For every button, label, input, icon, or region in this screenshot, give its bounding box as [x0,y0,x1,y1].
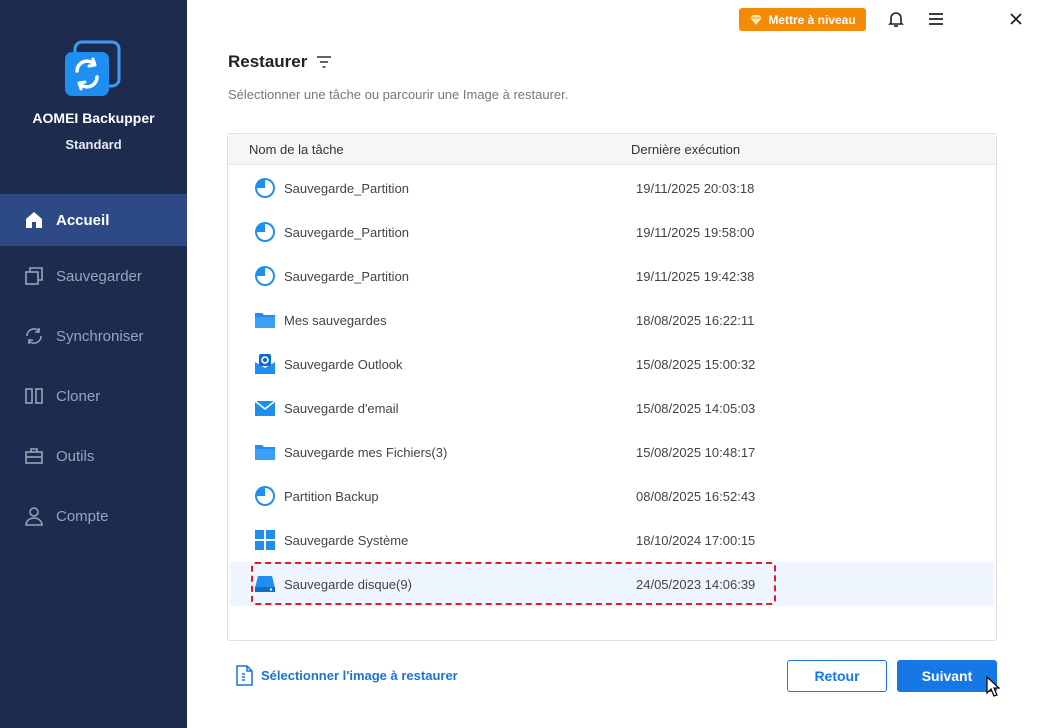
close-icon[interactable] [1006,9,1026,29]
row-date: 24/05/2023 14:06:39 [636,577,756,592]
table-row[interactable]: Sauvegarde mes Fichiers(3) 15/08/2025 10… [230,430,994,474]
partition-icon [255,222,275,242]
home-icon [24,210,44,230]
sidebar-item-label: Accueil [56,211,110,229]
table-row[interactable]: Mes sauvegardes 18/08/2025 16:22:11 [230,298,994,342]
partition-icon [255,266,275,286]
aomei-sync-logo-icon [65,40,121,96]
sidebar-item-cloner[interactable]: Cloner [0,366,187,426]
mouse-cursor-icon [986,676,1000,697]
row-name: Sauvegarde d'email [284,401,399,416]
folder-icon [255,313,275,328]
row-name: Sauvegarde Système [284,533,409,548]
email-icon [254,400,276,416]
row-date: 15/08/2025 14:05:03 [636,401,756,416]
row-name: Sauvegarde_Partition [284,269,410,284]
sidebar-item-outils[interactable]: Outils [0,426,187,486]
row-date: 18/08/2025 16:22:11 [636,313,755,328]
row-date: 15/08/2025 15:00:32 [636,357,756,372]
row-date: 19/11/2025 20:03:18 [636,181,755,196]
table-row-selected[interactable]: Sauvegarde disque(9) 24/05/2023 14:06:39 [230,562,994,606]
table-header: Nom de la tâche Dernière exécution [228,134,996,165]
table-row[interactable]: Sauvegarde_Partition 19/11/2025 19:42:38 [230,254,994,298]
folder-icon [255,445,275,460]
toolbox-icon [24,446,44,466]
task-table: Nom de la tâche Dernière exécution Sauve… [227,133,997,641]
row-name: Sauvegarde disque(9) [284,577,412,592]
sidebar-item-label: Synchroniser [56,327,144,345]
sidebar: AOMEI Backupper Standard Accueil Sauvega… [0,0,187,728]
sidebar-item-synchroniser[interactable]: Synchroniser [0,306,187,366]
partition-icon [255,486,275,506]
outlook-icon [255,354,275,374]
select-image-link[interactable]: Sélectionner l'image à restaurer [235,665,458,686]
row-date: 15/08/2025 10:48:17 [636,445,756,460]
sidebar-item-label: Outils [56,447,95,465]
sync-icon [24,326,44,346]
row-date: 18/10/2024 17:00:15 [636,533,756,548]
back-button[interactable]: Retour [787,660,887,692]
sidebar-item-label: Compte [56,507,109,525]
filter-icon[interactable] [317,56,332,68]
row-name: Sauvegarde_Partition [284,225,410,240]
app-name: AOMEI Backupper [32,110,155,126]
table-row[interactable]: Sauvegarde_Partition 19/11/2025 19:58:00 [230,210,994,254]
select-image-label: Sélectionner l'image à restaurer [261,668,458,683]
backup-icon [24,266,44,286]
row-date: 19/11/2025 19:58:00 [636,225,755,240]
sidebar-item-label: Sauvegarder [56,267,142,285]
table-row[interactable]: Sauvegarde Système 18/10/2024 17:00:15 [230,518,994,562]
partition-icon [255,178,275,198]
next-button[interactable]: Suivant [897,660,997,692]
disk-icon [255,576,275,592]
windows-icon [255,530,275,550]
upgrade-label: Mettre à niveau [768,12,856,27]
sidebar-nav: Accueil Sauvegarder Synchroniser Cloner … [0,194,187,546]
column-header-name[interactable]: Nom de la tâche [249,142,344,157]
row-name: Partition Backup [284,489,379,504]
diamond-icon [750,14,763,25]
upgrade-button[interactable]: Mettre à niveau [739,8,866,31]
sidebar-item-accueil[interactable]: Accueil [0,194,187,246]
table-row[interactable]: Sauvegarde d'email 15/08/2025 14:05:03 [230,386,994,430]
table-row[interactable]: Partition Backup 08/08/2025 16:52:43 [230,474,994,518]
menu-icon[interactable] [926,9,946,29]
row-date: 08/08/2025 16:52:43 [636,489,756,504]
row-name: Mes sauvegardes [284,313,387,328]
file-image-icon [236,665,253,686]
row-name: Sauvegarde mes Fichiers(3) [284,445,448,460]
row-date: 19/11/2025 19:42:38 [636,269,755,284]
sidebar-item-sauvegarder[interactable]: Sauvegarder [0,246,187,306]
row-name: Sauvegarde_Partition [284,181,410,196]
page-title: Restaurer [228,52,308,71]
clone-icon [24,386,44,406]
app-edition: Standard [65,137,122,152]
column-header-date[interactable]: Dernière exécution [631,142,740,157]
page-subtitle: Sélectionner une tâche ou parcourir une … [228,87,569,102]
table-row[interactable]: Sauvegarde Outlook 15/08/2025 15:00:32 [230,342,994,386]
row-name: Sauvegarde Outlook [284,357,403,372]
title-row: Restaurer [228,52,332,72]
sidebar-item-label: Cloner [56,387,101,405]
sidebar-item-compte[interactable]: Compte [0,486,187,546]
table-row[interactable]: Sauvegarde_Partition 19/11/2025 20:03:18 [230,166,994,210]
user-icon [24,506,44,526]
bell-icon[interactable] [886,9,906,29]
